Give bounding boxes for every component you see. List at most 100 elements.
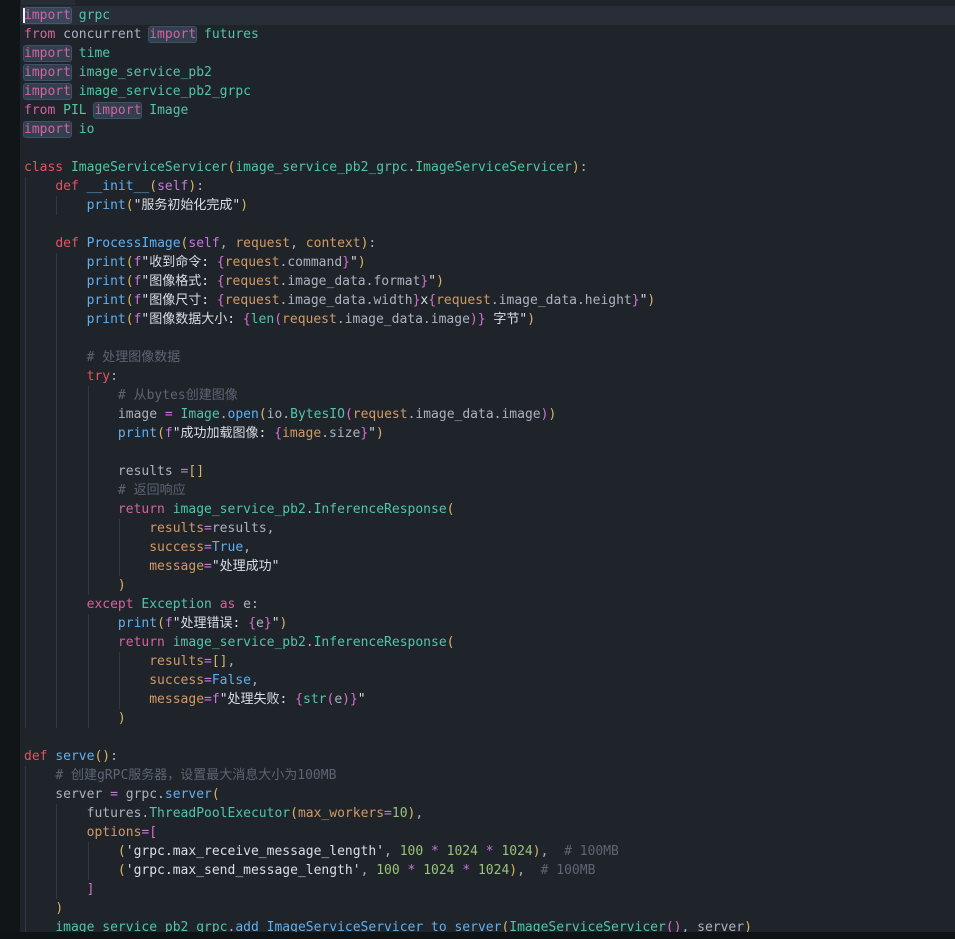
code-token: 100 [399, 844, 424, 859]
code-token: # 100MB [540, 863, 596, 878]
code-token: image_service_pb2_grpc [235, 160, 408, 175]
code-token: "处理错误: [172, 616, 249, 631]
code-line[interactable]: import image_service_pb2 [0, 63, 955, 82]
code-token: print [86, 255, 126, 270]
code-line[interactable]: ] [0, 880, 955, 899]
code-line[interactable]: def ProcessImage(self, request, context)… [0, 234, 955, 253]
code-line[interactable] [0, 139, 955, 158]
code-editor[interactable]: import grpc from concurrent import future… [0, 0, 955, 939]
code-line[interactable]: print("服务初始化完成") [0, 196, 955, 215]
code-line[interactable]: server = grpc.server( [0, 785, 955, 804]
code-token: # 返回响应 [117, 483, 186, 498]
code-token: def [24, 749, 48, 764]
code-token: import [94, 103, 142, 118]
code-line[interactable]: print(f"图像数据大小: {len(request.image_data.… [0, 310, 955, 329]
code-token: = [110, 787, 118, 802]
code-token: " [271, 616, 280, 631]
code-token: "图像数据大小: [141, 312, 243, 327]
code-token: )} [342, 692, 358, 707]
code-token: image_service_pb2 [78, 65, 212, 80]
code-token: " [428, 274, 437, 289]
code-line[interactable]: success=False, [0, 671, 955, 690]
code-token: except [86, 597, 134, 612]
code-line[interactable]: results=[], [0, 652, 955, 671]
code-line[interactable]: # 创建gRPC服务器，设置最大消息大小为100MB [0, 766, 955, 785]
code-line[interactable]: class ImageServiceServicer(image_service… [0, 158, 955, 177]
code-line[interactable]: # 从bytes创建图像 [0, 386, 955, 405]
code-line[interactable]: ) [0, 709, 955, 728]
code-line[interactable]: futures.ThreadPoolExecutor(max_workers=1… [0, 804, 955, 823]
code-token: : [196, 179, 205, 194]
code-line[interactable]: print(f"成功加载图像: {image.size}") [0, 424, 955, 443]
code-line[interactable]: from concurrent import futures [0, 25, 955, 44]
code-line[interactable]: message="处理成功" [0, 557, 955, 576]
code-line[interactable]: try: [0, 367, 955, 386]
code-token: ) [279, 616, 288, 631]
code-token: 1024 [477, 863, 510, 878]
code-line[interactable]: # 返回响应 [0, 481, 955, 500]
code-token: request [282, 312, 337, 327]
code-line[interactable]: def serve(): [0, 747, 955, 766]
code-line[interactable]: import time [0, 44, 955, 63]
code-line[interactable] [0, 728, 955, 747]
code-token: e [334, 692, 343, 707]
code-line[interactable]: # 处理图像数据 [0, 348, 955, 367]
code-line[interactable] [0, 329, 955, 348]
code-line[interactable]: ('grpc.max_send_message_length', 100 * 1… [0, 861, 955, 880]
code-line[interactable]: print(f"收到命令: {request.command}") [0, 253, 955, 272]
code-area[interactable]: import grpc from concurrent import future… [0, 6, 955, 937]
code-token: 'grpc.max_send_message_length' [125, 863, 361, 878]
code-token: ) [117, 578, 126, 593]
code-line[interactable]: return image_service_pb2.InferenceRespon… [0, 500, 955, 519]
code-line[interactable]: def __init__(self): [0, 177, 955, 196]
code-token: ThreadPoolExecutor [149, 806, 291, 821]
code-token: f [164, 426, 173, 441]
code-line[interactable] [0, 443, 955, 462]
code-line[interactable]: from PIL import Image [0, 101, 955, 120]
code-line[interactable]: print(f"处理错误: {e}") [0, 614, 955, 633]
code-line[interactable]: success=True, [0, 538, 955, 557]
code-token: : [579, 160, 588, 175]
code-token: ( [125, 255, 134, 270]
code-line[interactable]: import grpc [0, 6, 955, 25]
code-line[interactable]: import image_service_pb2_grpc [0, 82, 955, 101]
code-line[interactable]: message=f"处理失败: {str(e)}" [0, 690, 955, 709]
code-token: ( [446, 502, 455, 517]
code-token: , [290, 236, 306, 251]
code-token: .image_data.image [407, 407, 541, 422]
code-line[interactable]: print(f"图像尺寸: {request.image_data.width}… [0, 291, 955, 310]
code-line[interactable]: ('grpc.max_receive_message_length', 100 … [0, 842, 955, 861]
code-token: ( [290, 806, 298, 821]
code-line[interactable]: results=results, [0, 519, 955, 538]
code-line[interactable]: print(f"图像格式: {request.image_data.format… [0, 272, 955, 291]
code-line[interactable]: return image_service_pb2.InferenceRespon… [0, 633, 955, 652]
code-token: print [86, 198, 126, 213]
code-token: print [86, 274, 126, 289]
code-line[interactable]: results =[] [0, 462, 955, 481]
code-line[interactable]: ) [0, 576, 955, 595]
code-line[interactable]: import io [0, 120, 955, 139]
code-token: f [164, 616, 173, 631]
code-line[interactable] [0, 215, 955, 234]
code-token: ( [125, 293, 134, 308]
code-token: ) [647, 293, 656, 308]
code-token: )} [469, 312, 486, 327]
code-line[interactable]: image = Image.open(io.BytesIO(request.im… [0, 405, 955, 424]
code-token: self [157, 179, 189, 194]
code-token: "处理成功" [211, 559, 280, 574]
code-token: ( [149, 179, 158, 194]
code-line[interactable]: except Exception as e: [0, 595, 955, 614]
code-token: context [305, 236, 361, 251]
code-line[interactable]: ) [0, 899, 955, 918]
code-token: 100 [376, 863, 400, 878]
code-line[interactable]: options=[ [0, 823, 955, 842]
